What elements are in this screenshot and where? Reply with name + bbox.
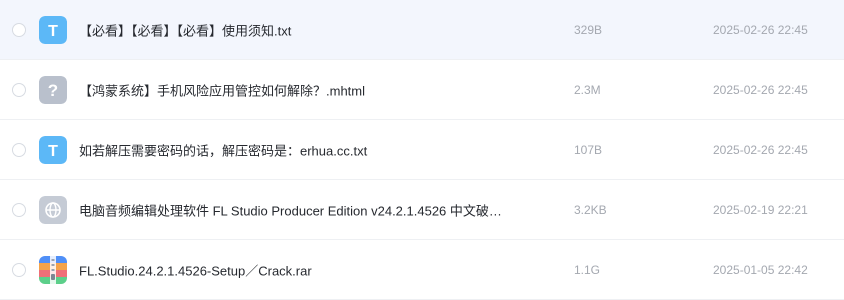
file-size: 1.1G [574, 262, 601, 277]
file-size: 329B [574, 22, 603, 37]
file-date: 2025-02-26 22:45 [713, 142, 808, 157]
file-name[interactable]: 如若解压需要密码的话，解压密码是：erhua.cc.txt [79, 140, 509, 159]
file-size: 2.3M [574, 82, 601, 97]
archive-file-icon [39, 255, 67, 284]
file-date: 2025-02-26 22:45 [713, 82, 808, 97]
text-file-icon: T [39, 135, 67, 164]
file-row-2[interactable]: ? 【鸿蒙系统】手机风险应用管控如何解除？.mhtml 2.3M 2025-02… [0, 60, 844, 120]
file-name[interactable]: 电脑音频编辑处理软件 FL Studio Producer Edition v2… [79, 200, 509, 219]
unknown-file-icon: ? [39, 75, 67, 104]
file-date: 2025-01-05 22:42 [713, 262, 808, 277]
row-checkbox[interactable] [12, 202, 26, 217]
text-file-letter: T [48, 143, 58, 160]
globe-link-icon [39, 195, 67, 224]
file-row-1[interactable]: T 【必看】【必看】【必看】使用须知.txt 329B 2025-02-26 2… [0, 0, 844, 60]
row-checkbox[interactable] [12, 142, 26, 157]
file-size: 107B [574, 142, 603, 157]
text-file-icon: T [39, 15, 67, 44]
file-list: T 【必看】【必看】【必看】使用须知.txt 329B 2025-02-26 2… [0, 0, 844, 300]
file-date: 2025-02-26 22:45 [713, 22, 808, 37]
file-row-4[interactable]: 电脑音频编辑处理软件 FL Studio Producer Edition v2… [0, 180, 844, 240]
file-name[interactable]: FL.Studio.24.2.1.4526-Setup／Crack.rar [79, 260, 509, 279]
file-size: 3.2KB [574, 202, 607, 217]
unknown-file-mark: ? [48, 81, 58, 100]
file-name[interactable]: 【鸿蒙系统】手机风险应用管控如何解除？.mhtml [79, 80, 509, 99]
file-row-3[interactable]: T 如若解压需要密码的话，解压密码是：erhua.cc.txt 107B 202… [0, 120, 844, 180]
row-checkbox[interactable] [12, 22, 26, 37]
text-file-letter: T [48, 23, 58, 40]
file-name[interactable]: 【必看】【必看】【必看】使用须知.txt [79, 20, 509, 39]
file-row-5[interactable]: FL.Studio.24.2.1.4526-Setup／Crack.rar 1.… [0, 240, 844, 300]
row-checkbox[interactable] [12, 82, 26, 97]
file-date: 2025-02-19 22:21 [713, 202, 808, 217]
row-checkbox[interactable] [12, 262, 26, 277]
